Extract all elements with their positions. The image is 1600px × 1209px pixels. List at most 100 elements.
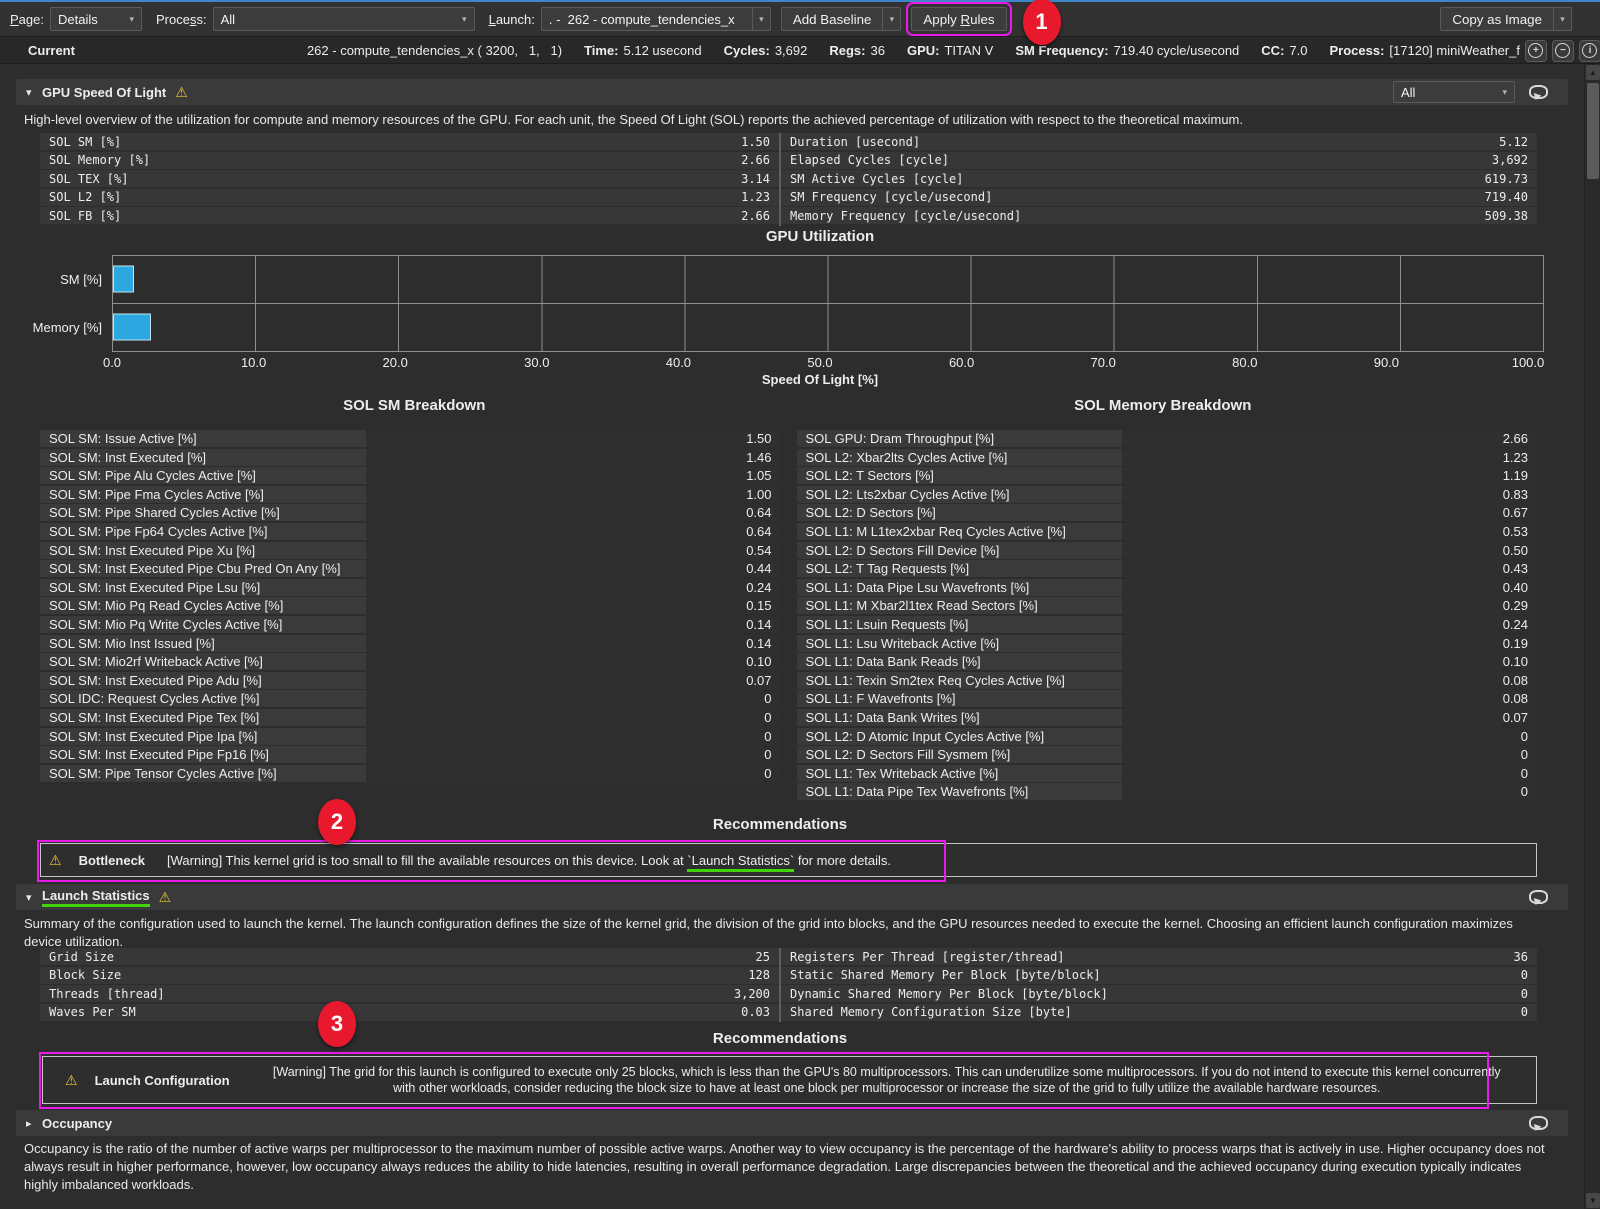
table-row: SOL L2 [%]1.23 [40, 189, 779, 206]
table-row: SOL L2: Lts2xbar Cycles Active [%]0.83 [797, 486, 1538, 503]
kernel-name: 262 - compute_tendencies_x ( 3200, 1, 1) [307, 43, 562, 58]
x-tick-label: 0.0 [103, 355, 121, 370]
zoom-in-button[interactable]: + [1525, 40, 1547, 62]
page-dropdown[interactable]: Details ▾ [50, 7, 142, 31]
table-row: Threads [thread]3,200 [40, 985, 779, 1002]
table-row: SOL SM: Inst Executed Pipe Cbu Pred On A… [40, 560, 781, 577]
table-row: SOL Memory [%]2.66 [40, 152, 779, 169]
table-row: SOL L2: T Tag Requests [%]0.43 [797, 560, 1538, 577]
process-dropdown[interactable]: All ▾ [213, 7, 475, 31]
table-row: Shared Memory Configuration Size [byte]0 [781, 1004, 1537, 1021]
x-tick-label: 30.0 [524, 355, 549, 370]
launch-label: Launch: [489, 12, 535, 27]
stat-item: CC:7.0 [1261, 43, 1307, 58]
scroll-up-button[interactable]: ▲ [1586, 65, 1600, 80]
chevron-down-icon: ▾ [759, 14, 764, 25]
chart-bar [113, 266, 134, 293]
launch-dropdown[interactable]: . - 262 - compute_tendencies_x [541, 7, 753, 31]
info-button[interactable]: i [1579, 40, 1600, 62]
occupancy-description: Occupancy is the ratio of the number of … [24, 1140, 1554, 1194]
add-baseline-button[interactable]: Add Baseline [781, 7, 884, 31]
comment-bubble-icon[interactable] [1529, 85, 1548, 99]
section-header-gpu-speed-of-light[interactable]: ▾ GPU Speed Of Light ⚠ All ▾ [16, 79, 1568, 105]
rule-name: Bottleneck [79, 853, 145, 868]
stat-item: SM Frequency:719.40 cycle/usecond [1015, 43, 1239, 58]
table-row: SOL FB [%]2.66 [40, 207, 779, 224]
copy-as-image-arrow[interactable]: ▾ [1554, 7, 1572, 31]
breakdown-tables: SOL SM: Issue Active [%]1.50 SOL SM: Inst… [40, 430, 1537, 802]
x-tick-label: 90.0 [1374, 355, 1399, 370]
nsight-compute-window: Page: Details ▾ Process: All ▾ Launch: .… [0, 0, 1600, 1209]
vertical-scrollbar[interactable]: ▲ ▼ [1584, 64, 1600, 1209]
table-row: SOL L1: Data Pipe Tex Wavefronts [%]0 [797, 783, 1538, 800]
table-row: SM Active Cycles [cycle]619.73 [781, 170, 1537, 187]
launch-statistics-link[interactable]: `Launch Statistics` [687, 853, 794, 872]
scroll-down-button[interactable]: ▼ [1586, 1193, 1600, 1208]
chart-x-ticks: 0.010.020.030.040.050.060.070.080.090.01… [112, 352, 1528, 372]
section-header-launch-statistics[interactable]: ▾ Launch Statistics ⚠ [16, 884, 1568, 910]
table-row: SOL L2: D Sectors Fill Device [%]0.50 [797, 542, 1538, 559]
table-row: SOL SM: Pipe Fma Cycles Active [%]1.00 [40, 486, 781, 503]
table-row: SOL L1: Lsu Writeback Active [%]0.19 [797, 635, 1538, 652]
stat-item: Cycles:3,692 [724, 43, 808, 58]
sol-memory-breakdown-table: SOL GPU: Dram Throughput [%]2.66SOL L2: … [797, 430, 1538, 802]
launch-table-right: Registers Per Thread [register/thread]36… [779, 948, 1537, 1022]
current-stats: Time:5.12 usecondCycles:3,692Regs:36GPU:… [562, 43, 1520, 58]
breakdown-headings: SOL SM Breakdown SOL Memory Breakdown [40, 397, 1537, 414]
sol-table-right: Duration [usecond]5.12Elapsed Cycles [cy… [779, 133, 1537, 226]
table-row: SOL SM: Inst Executed Pipe Xu [%]0.54 [40, 542, 781, 559]
table-row: SOL L2: Xbar2lts Cycles Active [%]1.23 [797, 449, 1538, 466]
sol-metrics-table: SOL SM [%]1.50SOL Memory [%]2.66SOL TEX … [40, 133, 1537, 226]
rule-message: [Warning] This kernel grid is too small … [167, 853, 891, 868]
sol-memory-breakdown-title: SOL Memory Breakdown [789, 397, 1538, 414]
stat-item: Process:[17120] miniWeather_f [1329, 43, 1519, 58]
bottleneck-recommendation: 2 ⚠ Bottleneck [Warning] This kernel gri… [40, 843, 1537, 877]
table-row: Dynamic Shared Memory Per Block [byte/bl… [781, 985, 1537, 1002]
toolbar: Page: Details ▾ Process: All ▾ Launch: .… [0, 2, 1600, 37]
recommendations-heading: Recommendations [16, 816, 1544, 833]
scrollbar-thumb[interactable] [1587, 83, 1599, 179]
table-row: Memory Frequency [cycle/usecond]509.38 [781, 207, 1537, 224]
table-row: SOL SM: Inst Executed Pipe Fp16 [%]0 [40, 746, 781, 763]
stat-item: GPU:TITAN V [907, 43, 993, 58]
table-row: Static Shared Memory Per Block [byte/blo… [781, 967, 1537, 984]
section-title: Occupancy [42, 1116, 112, 1131]
sol-filter-dropdown[interactable]: All ▾ [1393, 81, 1515, 103]
chevron-down-icon: ▾ [119, 14, 134, 25]
rule-name: Launch Configuration [95, 1073, 230, 1088]
copy-as-image-button[interactable]: Copy as Image [1440, 7, 1554, 31]
comment-bubble-icon[interactable] [1529, 890, 1548, 904]
table-row: SOL SM: Inst Executed Pipe Tex [%]0 [40, 709, 781, 726]
expand-arrow-icon[interactable]: ▸ [26, 1117, 42, 1130]
gpu-utilization-chart: GPU Utilization SM [%]Memory [%] 0.010.0… [16, 228, 1544, 392]
zoom-out-button[interactable]: − [1552, 40, 1574, 62]
table-row: SOL L2: D Sectors [%]0.67 [797, 504, 1538, 521]
collapse-arrow-icon[interactable]: ▾ [26, 86, 42, 99]
plus-icon: + [1528, 43, 1543, 58]
x-tick-label: 10.0 [241, 355, 266, 370]
chart-category-label: Memory [%] [16, 304, 112, 353]
chevron-down-icon: ▾ [1492, 87, 1507, 98]
section-title: Launch Statistics [42, 888, 150, 907]
add-baseline-arrow[interactable]: ▾ [883, 7, 901, 31]
section-header-occupancy[interactable]: ▸ Occupancy [16, 1110, 1568, 1136]
collapse-arrow-icon[interactable]: ▾ [26, 891, 42, 904]
annotation-badge-3: 3 [318, 1001, 356, 1047]
table-row: Elapsed Cycles [cycle]3,692 [781, 152, 1537, 169]
comment-bubble-icon[interactable] [1529, 1116, 1548, 1130]
annotation-badge-1: 1 [1023, 0, 1061, 45]
annotation-badge-2: 2 [318, 799, 356, 845]
table-row: SOL SM: Issue Active [%]1.50 [40, 430, 781, 447]
chevron-down-icon: ▾ [1560, 14, 1565, 25]
table-row: SOL L1: F Wavefronts [%]0.08 [797, 690, 1538, 707]
chart-plot-area [112, 304, 1544, 353]
apply-rules-button[interactable]: Apply Rules [911, 7, 1006, 31]
table-row: SOL SM [%]1.50 [40, 133, 779, 150]
launch-dropdown-arrow[interactable]: ▾ [753, 7, 771, 31]
gpu-utilization-plot: SM [%]Memory [%] [16, 255, 1544, 352]
table-row: Waves Per SM0.03 [40, 1004, 779, 1021]
chart-plot-area [112, 255, 1544, 304]
table-row: SOL L1: Lsuin Requests [%]0.24 [797, 616, 1538, 633]
sol-sm-breakdown-title: SOL SM Breakdown [40, 397, 789, 414]
chart-category-label: SM [%] [16, 255, 112, 304]
